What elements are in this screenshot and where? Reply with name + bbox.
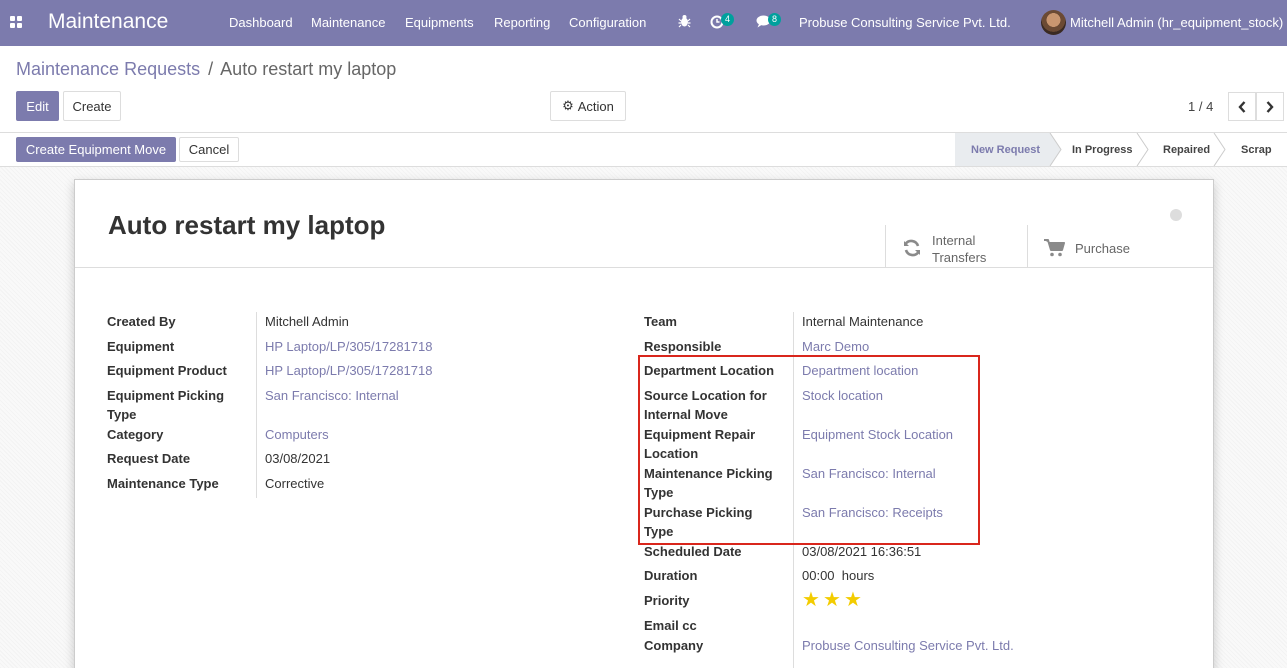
label-duration: Duration — [644, 568, 698, 583]
label-equipment-product: Equipment Product — [107, 363, 227, 378]
chevron-left-icon — [1238, 100, 1246, 113]
create-equipment-move-button[interactable]: Create Equipment Move — [16, 137, 176, 162]
value-category[interactable]: Computers — [265, 425, 329, 444]
internal-transfers-label-1: Internal — [932, 233, 976, 248]
stage-repaired[interactable]: Repaired — [1163, 133, 1210, 166]
stage-new-request[interactable]: New Request — [971, 133, 1041, 166]
value-team[interactable]: Internal Maintenance — [802, 312, 923, 331]
action-dropdown[interactable]: ⚙ Action — [550, 91, 626, 121]
breadcrumb-separator: / — [208, 59, 214, 79]
value-equipment-picking-type[interactable]: San Francisco: Internal — [265, 386, 399, 405]
refresh-icon — [904, 239, 920, 257]
header-divider — [75, 267, 1213, 268]
company-switcher[interactable]: Probuse Consulting Service Pvt. Ltd. — [799, 15, 1011, 30]
activity-count-badge: 4 — [721, 13, 735, 26]
priority-star-icon[interactable]: ★ — [802, 590, 820, 610]
label-created-by: Created By — [107, 314, 176, 329]
label-equipment: Equipment — [107, 339, 175, 354]
menu-maintenance[interactable]: Maintenance — [311, 15, 385, 30]
label-request-date: Request Date — [107, 451, 191, 466]
value-equipment[interactable]: HP Laptop/LP/305/17281718 — [265, 337, 432, 356]
shopping-cart-icon — [1044, 239, 1065, 257]
label-team: Team — [644, 314, 677, 329]
create-button[interactable]: Create — [63, 91, 121, 121]
value-responsible[interactable]: Marc Demo — [802, 337, 869, 356]
kanban-state-indicator[interactable] — [1170, 209, 1182, 221]
label-email-cc: Email cc — [644, 618, 697, 633]
breadcrumb: Maintenance Requests / Auto restart my l… — [16, 59, 396, 80]
stage-scrap[interactable]: Scrap — [1241, 133, 1272, 166]
pager-next-button[interactable] — [1256, 92, 1284, 121]
value-maintenance-type[interactable]: Corrective — [265, 474, 324, 493]
stage-in-progress[interactable]: In Progress — [1072, 133, 1133, 166]
app-name[interactable]: Maintenance — [48, 10, 168, 34]
chevron-right-icon — [1266, 100, 1274, 113]
value-equipment-product[interactable]: HP Laptop/LP/305/17281718 — [265, 361, 432, 380]
record-title: Auto restart my laptop — [108, 210, 386, 240]
internal-transfers-label-2: Transfers — [932, 250, 987, 265]
breadcrumb-parent[interactable]: Maintenance Requests — [16, 59, 200, 79]
edit-button[interactable]: Edit — [16, 91, 59, 121]
label-company: Company — [644, 638, 704, 653]
label-equipment-picking-type-2: Type — [107, 407, 137, 422]
messages-count-badge: 8 — [768, 13, 782, 26]
pager-value[interactable]: 1 / 4 — [1188, 99, 1213, 114]
left-group-divider — [256, 312, 257, 498]
value-duration[interactable]: 00:00 hours — [802, 566, 874, 585]
priority-star-icon[interactable]: ★ — [844, 590, 862, 610]
purchase-label: Purchase — [1075, 241, 1130, 256]
cancel-button[interactable]: Cancel — [179, 137, 239, 162]
menu-reporting[interactable]: Reporting — [494, 15, 550, 30]
menu-configuration[interactable]: Configuration — [569, 15, 646, 30]
action-label: Action — [577, 98, 614, 114]
menu-equipments[interactable]: Equipments — [405, 15, 474, 30]
breadcrumb-current: Auto restart my laptop — [220, 59, 397, 79]
bug-icon[interactable] — [678, 14, 691, 31]
value-created-by[interactable]: Mitchell Admin — [265, 312, 349, 331]
pager-previous-button[interactable] — [1228, 92, 1256, 121]
top-navbar: Maintenance Dashboard Maintenance Equipm… — [0, 0, 1287, 46]
label-category: Category — [107, 427, 164, 442]
user-menu[interactable]: Mitchell Admin (hr_equipment_stock) — [1070, 15, 1283, 30]
value-request-date[interactable]: 03/08/2021 — [265, 449, 330, 468]
label-priority: Priority — [644, 593, 690, 608]
internal-transfers-button[interactable]: Internal Transfers — [885, 225, 1027, 268]
priority-star-icon[interactable]: ★ — [823, 590, 841, 610]
label-responsible: Responsible — [644, 339, 722, 354]
gear-icon: ⚙ — [562, 98, 574, 113]
purchase-button[interactable]: Purchase — [1027, 225, 1169, 268]
user-avatar[interactable] — [1041, 10, 1066, 35]
form-statusbar: Create Equipment Move Cancel New Request… — [0, 132, 1287, 167]
label-maintenance-type: Maintenance Type — [107, 476, 219, 491]
menu-dashboard[interactable]: Dashboard — [229, 15, 293, 30]
highlight-annotation-box — [638, 355, 980, 545]
value-company[interactable]: Probuse Consulting Service Pvt. Ltd. — [802, 636, 1014, 655]
apps-menu-icon[interactable] — [10, 16, 22, 28]
label-equipment-picking-type: Equipment Picking — [107, 388, 225, 403]
